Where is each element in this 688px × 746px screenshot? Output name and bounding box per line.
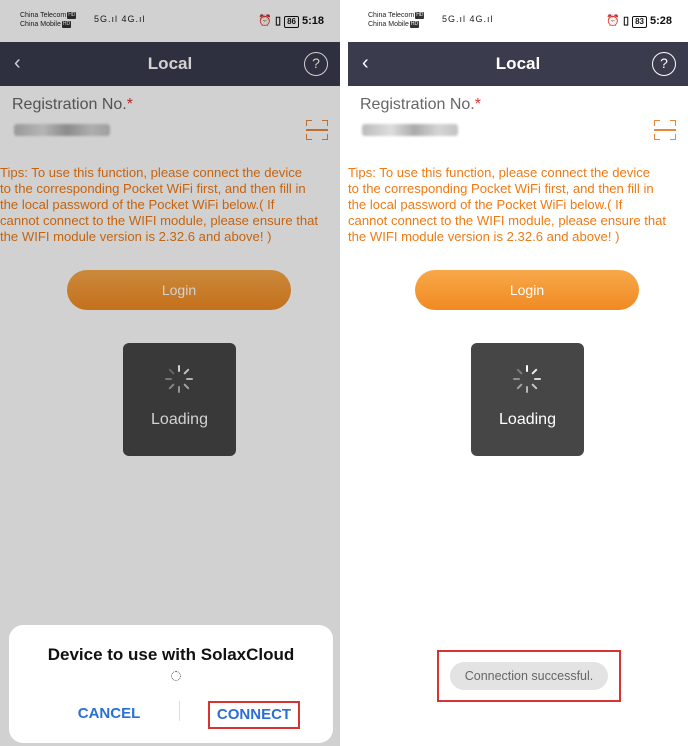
tips-line: the WIFI module version is 2.32.6 and ab… (0, 229, 272, 244)
carrier-1: China Telecom (20, 12, 67, 19)
required-mark: * (126, 96, 133, 113)
loading-label: Loading (499, 411, 556, 428)
left-screen: China Telecom HD China Mobile HD 5G.ıl 4G.… (0, 0, 340, 746)
alarm-vibrate-icon: ⏰ ▯ (258, 15, 282, 27)
registration-label-text: Registration No. (12, 96, 127, 113)
registration-input[interactable] (14, 124, 110, 136)
carrier-info: China Telecom HD China Mobile HD (20, 11, 77, 29)
tips-line: cannot connect to the WIFI module, pleas… (348, 213, 667, 228)
cancel-button[interactable]: CANCEL (49, 705, 169, 722)
tips-line: the WIFI module version is 2.32.6 and ab… (348, 229, 620, 244)
help-icon[interactable]: ? (652, 52, 676, 76)
spinner-icon (165, 365, 193, 393)
status-bar: China Telecom HD China Mobile HD 5G.ıl 4G.… (348, 0, 688, 42)
dialog-title: Device to use with SolaxCloud (47, 645, 295, 664)
tips-line: to the corresponding Pocket WiFi first, … (348, 181, 654, 196)
toast-highlight: Connection successful. (437, 650, 621, 702)
help-icon[interactable]: ? (304, 52, 328, 76)
tips-text: Tips: To use this function, please conne… (348, 165, 688, 245)
tips-line: the local password of the Pocket WiFi be… (348, 197, 623, 212)
carrier-info: China Telecom HD China Mobile HD (368, 11, 425, 29)
clock: 5:18 (301, 15, 324, 27)
registration-label: Registration No.* (12, 96, 133, 114)
login-button[interactable]: Login (67, 270, 291, 310)
signal-icon: 5G.ıl 4G.ıl (94, 14, 146, 24)
registration-label-text: Registration No. (360, 96, 475, 113)
status-bar: China Telecom HD China Mobile HD 5G.ıl 4G.… (0, 0, 340, 42)
toast-message: Connection successful. (450, 662, 608, 690)
connect-button[interactable]: CONNECT (208, 701, 300, 729)
hd-badge: HD (61, 20, 72, 28)
tips-line: Tips: To use this function, please conne… (0, 165, 303, 180)
tips-text: Tips: To use this function, please conne… (0, 165, 340, 245)
spinner-icon (513, 365, 541, 393)
loading-overlay: Loading (471, 343, 584, 456)
loading-label: Loading (151, 411, 208, 428)
main-content: Registration No.* Tips: To use this func… (348, 86, 688, 746)
connect-dialog: Device to use with SolaxCloud CANCEL CON… (9, 625, 333, 743)
dialog-spinner-icon (171, 671, 181, 681)
hd-badge: HD (67, 11, 77, 19)
login-button[interactable]: Login (415, 270, 639, 310)
nav-bar: ‹ Local ? (348, 42, 688, 86)
system-icons: ⏰ ▯ 83 5:28 (606, 14, 672, 28)
tips-line: Tips: To use this function, please conne… (348, 165, 651, 180)
registration-label: Registration No.* (360, 96, 481, 114)
tips-line: cannot connect to the WIFI module, pleas… (0, 213, 319, 228)
scan-icon[interactable] (654, 120, 676, 140)
carrier-2: China Mobile (20, 21, 61, 28)
loading-overlay: Loading (123, 343, 236, 456)
battery-icon: 83 (632, 16, 647, 28)
scan-icon[interactable] (306, 120, 328, 140)
system-icons: ⏰ ▯ 86 5:18 (258, 14, 324, 28)
signal-icon: 5G.ıl 4G.ıl (442, 14, 494, 24)
hd-badge: HD (415, 11, 425, 19)
registration-input[interactable] (362, 124, 458, 136)
tips-line: to the corresponding Pocket WiFi first, … (0, 181, 306, 196)
hd-badge: HD (409, 20, 420, 28)
clock: 5:28 (649, 15, 672, 27)
dialog-divider (179, 701, 180, 721)
alarm-vibrate-icon: ⏰ ▯ (606, 15, 630, 27)
required-mark: * (474, 96, 481, 113)
nav-bar: ‹ Local ? (0, 42, 340, 86)
right-screen: China Telecom HD China Mobile HD 5G.ıl 4G.… (348, 0, 688, 746)
page-title: Local (495, 54, 541, 73)
carrier-1: China Telecom (368, 12, 415, 19)
battery-icon: 86 (284, 16, 299, 28)
page-title: Local (147, 54, 193, 73)
carrier-2: China Mobile (368, 21, 409, 28)
screenshot-divider (340, 0, 348, 746)
tips-line: the local password of the Pocket WiFi be… (0, 197, 275, 212)
